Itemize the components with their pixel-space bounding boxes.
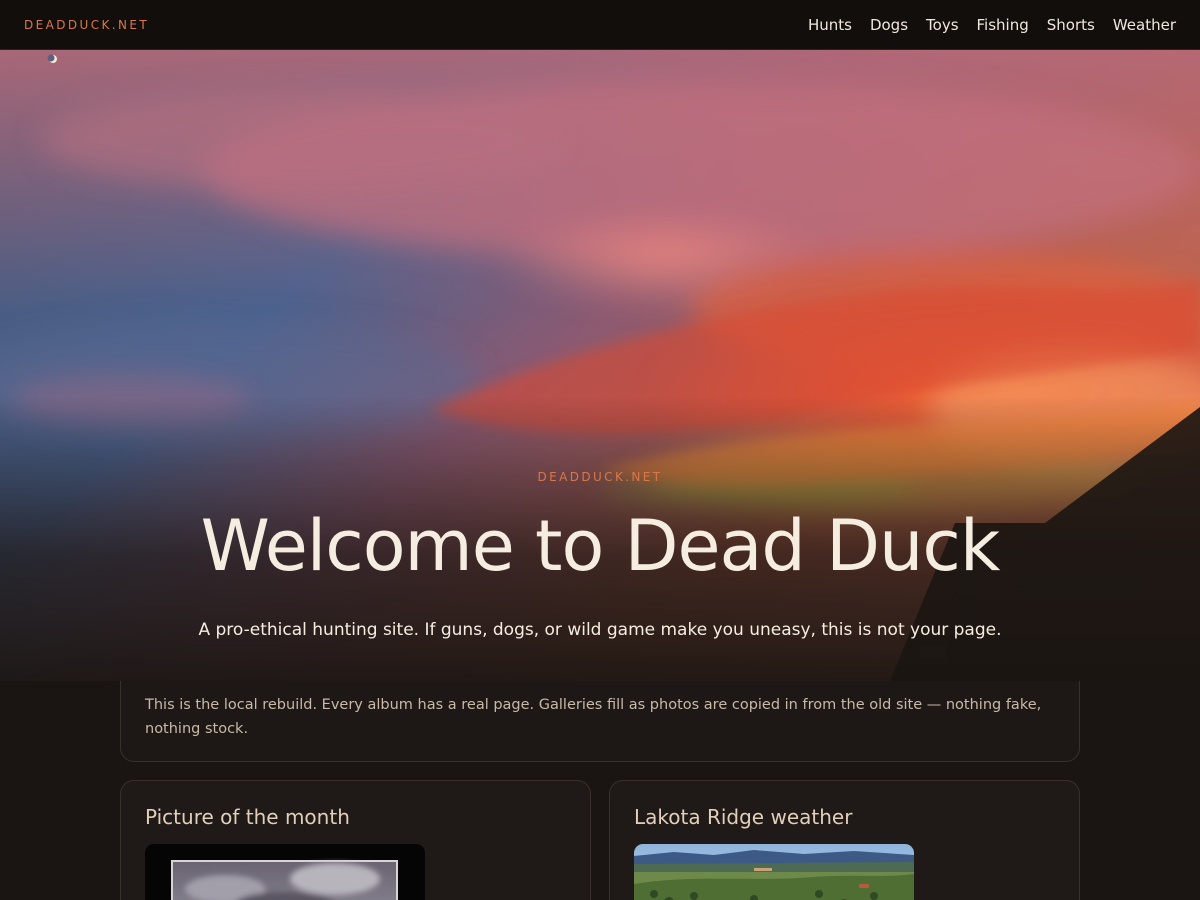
nav-link-shorts[interactable]: Shorts	[1047, 16, 1095, 34]
main-nav: Hunts Dogs Toys Fishing Shorts Weather	[808, 16, 1176, 34]
nav-link-fishing[interactable]: Fishing	[977, 16, 1029, 34]
picture-of-month-title: Picture of the month	[145, 805, 350, 829]
nav-link-toys[interactable]: Toys	[926, 16, 958, 34]
hero-title: Welcome to Dead Duck	[200, 505, 1001, 587]
rebuild-notice-text: This is the local rebuild. Every album h…	[145, 697, 1042, 737]
weather-card-title: Lakota Ridge weather	[634, 805, 853, 829]
nav-link-hunts[interactable]: Hunts	[808, 16, 852, 34]
hero-subtitle: A pro-ethical hunting site. If guns, dog…	[198, 620, 1002, 640]
rebuild-notice: This is the local rebuild. Every album h…	[120, 681, 1080, 762]
lakota-ridge-landscape-image[interactable]	[634, 844, 914, 900]
top-navigation: DEADDUCK.NET Hunts Dogs Toys Fishing Sho…	[0, 0, 1200, 50]
hero-eyebrow: DEADDUCK.NET	[537, 470, 663, 484]
weather-card: Lakota Ridge weather	[609, 780, 1080, 900]
site-logo-link[interactable]: DEADDUCK.NET	[24, 18, 149, 32]
picture-of-month-image[interactable]	[145, 844, 425, 900]
hero-banner: DEADDUCK.NET Welcome to Dead Duck A pro-…	[0, 50, 1200, 681]
hero-text: DEADDUCK.NET Welcome to Dead Duck A pro-…	[0, 50, 1200, 681]
nav-link-dogs[interactable]: Dogs	[870, 16, 908, 34]
picture-of-month-card: Picture of the month	[120, 780, 591, 900]
nav-link-weather[interactable]: Weather	[1113, 16, 1176, 34]
